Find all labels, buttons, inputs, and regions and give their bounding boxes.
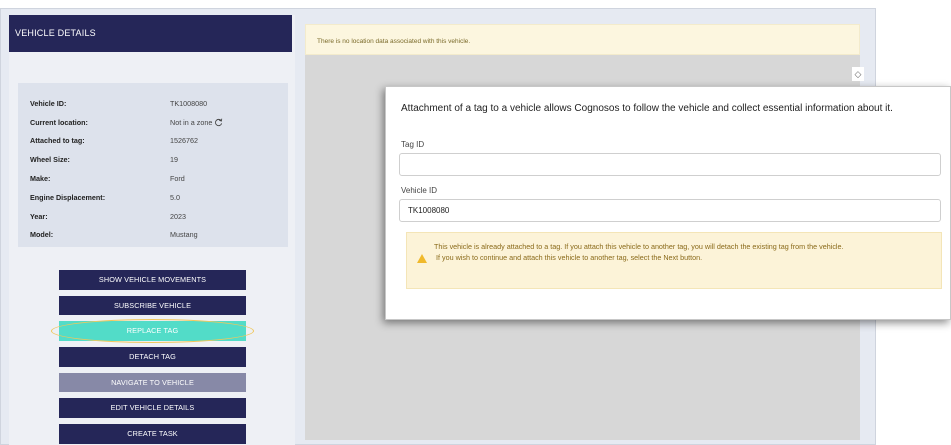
create-task-button[interactable]: CREATE TASK xyxy=(59,424,246,444)
detail-label: Attached to tag: xyxy=(30,136,85,146)
edit-vehicle-details-button[interactable]: EDIT VEHICLE DETAILS xyxy=(59,398,246,418)
detail-label: Engine Displacement: xyxy=(30,192,106,202)
dialog-intro: Attachment of a tag to a vehicle allows … xyxy=(401,103,893,114)
detail-value: 1526762 xyxy=(170,136,198,146)
detail-value: Ford xyxy=(170,174,185,184)
detail-row: Current location: Not in a zone xyxy=(18,113,288,132)
vehicle-id-input[interactable] xyxy=(399,199,941,222)
detail-value: 19 xyxy=(170,155,178,165)
detail-label: Model: xyxy=(30,230,54,240)
detail-value: Not in a zone xyxy=(170,118,223,127)
detail-row: Model: Mustang xyxy=(18,226,288,245)
no-location-notice: There is no location data associated wit… xyxy=(305,24,860,55)
detail-row: Vehicle ID: TK1008080 xyxy=(18,94,288,113)
replace-tag-button[interactable]: REPLACE TAG xyxy=(59,321,246,341)
warning-line-2: If you wish to continue and attach this … xyxy=(436,252,703,262)
detail-row: Make: Ford xyxy=(18,169,288,188)
navigate-to-vehicle-button: NAVIGATE TO VEHICLE xyxy=(59,372,246,393)
show-vehicle-movements-button[interactable]: SHOW VEHICLE MOVEMENTS xyxy=(59,270,246,290)
panel-header: VEHICLE DETAILS xyxy=(9,15,292,52)
vehicle-id-label: Vehicle ID xyxy=(401,186,438,195)
warning-icon xyxy=(417,254,427,263)
tag-id-label: Tag ID xyxy=(401,140,425,149)
vehicle-details-panel: VEHICLE DETAILS Vehicle ID: TK1008080 Cu… xyxy=(9,15,295,445)
current-location-value: Not in a zone xyxy=(170,117,213,127)
collapse-arrow-icon[interactable]: ◇ xyxy=(852,67,864,81)
details-card: Vehicle ID: TK1008080 Current location: … xyxy=(18,83,288,247)
detail-value: 2023 xyxy=(170,211,186,221)
detail-label: Year: xyxy=(30,211,48,221)
detail-value: 5.0 xyxy=(170,192,180,202)
attach-tag-dialog: Attachment of a tag to a vehicle allows … xyxy=(385,86,951,320)
warning-text: This vehicle is already attached to a ta… xyxy=(434,242,934,263)
detail-label: Vehicle ID: xyxy=(30,98,67,108)
detail-row: Wheel Size: 19 xyxy=(18,150,288,169)
detail-value: TK1008080 xyxy=(170,98,208,108)
action-buttons: SHOW VEHICLE MOVEMENTS SUBSCRIBE VEHICLE… xyxy=(51,270,254,445)
warning-line-1: This vehicle is already attached to a ta… xyxy=(434,242,844,251)
tag-id-input[interactable] xyxy=(399,153,941,176)
warning-box: This vehicle is already attached to a ta… xyxy=(406,232,942,289)
detach-tag-button[interactable]: DETACH TAG xyxy=(59,347,246,367)
detail-label: Make: xyxy=(30,174,51,184)
refresh-icon[interactable] xyxy=(214,118,223,127)
detail-row: Engine Displacement: 5.0 xyxy=(18,188,288,207)
detail-label: Current location: xyxy=(30,117,88,127)
detail-row: Year: 2023 xyxy=(18,207,288,226)
detail-row: Attached to tag: 1526762 xyxy=(18,132,288,151)
detail-label: Wheel Size: xyxy=(30,155,70,165)
detail-value: Mustang xyxy=(170,230,198,240)
subscribe-vehicle-button[interactable]: SUBSCRIBE VEHICLE xyxy=(59,295,246,316)
